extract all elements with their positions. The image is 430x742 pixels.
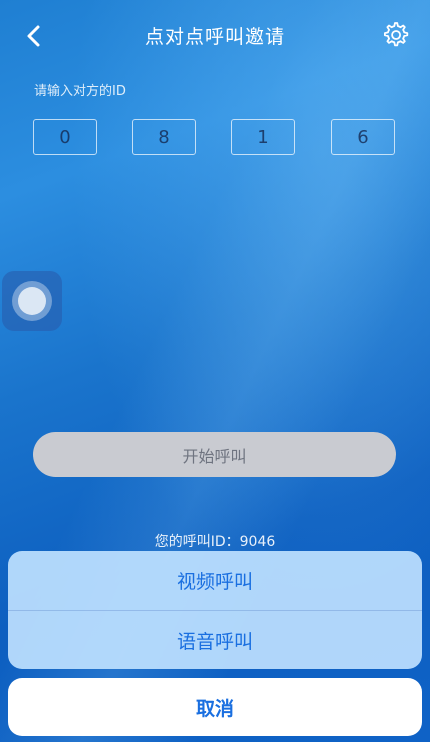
video-call-option[interactable]: 视频呼叫	[8, 551, 422, 610]
cancel-button[interactable]: 取消	[8, 678, 422, 736]
voice-call-option[interactable]: 语音呼叫	[8, 610, 422, 669]
id-digit-field-2[interactable]: 8	[132, 119, 196, 155]
id-digit-field-1[interactable]: 0	[33, 119, 97, 155]
id-digit-field-4[interactable]: 6	[331, 119, 395, 155]
gear-icon	[384, 22, 409, 47]
my-call-id: 您的呼叫ID：9046	[154, 534, 276, 550]
assistive-touch-ring	[12, 281, 52, 321]
assistive-touch-button[interactable]	[2, 271, 62, 331]
start-call-button[interactable]: 开始呼叫	[33, 432, 396, 477]
id-digit-field-3[interactable]: 1	[231, 119, 295, 155]
call-type-action-sheet: 视频呼叫 语音呼叫	[8, 551, 422, 669]
settings-button[interactable]	[380, 20, 410, 50]
id-input-label: 请输入对方的ID	[34, 84, 126, 99]
page-title: 点对点呼叫邀请	[144, 26, 285, 48]
navigation-bar: 点对点呼叫邀请	[0, 0, 430, 72]
call-invite-screen: 点对点呼叫邀请 请输入对方的ID 0 8 1 6 开始呼叫 您的呼叫ID：904…	[0, 0, 430, 742]
assistive-touch-dot	[18, 287, 46, 315]
